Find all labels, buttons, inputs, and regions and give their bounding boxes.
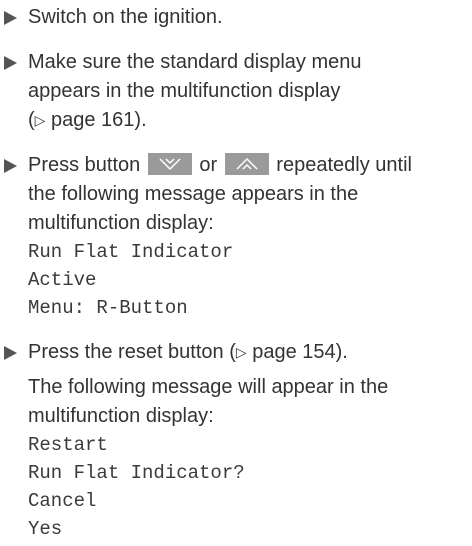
display-message-line: Active [28, 269, 97, 291]
step-bullet-icon [4, 159, 17, 173]
page-ref-arrow-icon: ▷ [235, 344, 247, 360]
step-press-buttons: Press button or repeatedly until the fol… [2, 151, 472, 322]
step-switch-on-ignition: Switch on the ignition. [2, 3, 472, 32]
instruction-list: Switch on the ignition. Make sure the st… [2, 0, 472, 543]
chevron-up-outline-icon [236, 158, 258, 170]
step-bullet-icon [4, 346, 17, 360]
page-ref-arrow-icon: ▷ [34, 112, 46, 128]
after-text: page 154). [246, 341, 348, 363]
key-down-button [147, 153, 192, 175]
or-text: or [193, 154, 223, 176]
step-standard-display: Make sure the standard display menu appe… [2, 48, 472, 135]
step-text-line: Make sure the standard display menu [28, 51, 362, 73]
step-text-line: multifunction display: [28, 212, 214, 234]
display-message-line: Menu: R-Button [28, 297, 188, 319]
ref-text: page 161). [45, 109, 147, 131]
chevron-down-outline-icon [159, 158, 181, 170]
step-text: Switch on the ignition. [28, 6, 223, 28]
page-reference: (▷ page 161). [28, 106, 472, 135]
ref-open: ( [28, 109, 35, 131]
step-text-line: appears in the multifunction display [28, 80, 341, 102]
step-bullet-icon [4, 56, 17, 70]
display-message-line: Run Flat Indicator? [28, 462, 245, 484]
step-text-line: Press button or repeatedly until [28, 151, 472, 180]
result-text-line: The following message will appear in the [28, 376, 389, 398]
display-message-line: Yes [28, 518, 63, 540]
after-text: repeatedly until [270, 154, 412, 176]
key-up-button [224, 153, 269, 175]
step-text-line: the following message appears in the [28, 183, 359, 205]
display-message-line: Cancel [28, 490, 97, 512]
step-press-reset: Press the reset button (▷ page 154). The… [2, 338, 472, 543]
display-message-line: Run Flat Indicator [28, 241, 234, 263]
before-text: Press the reset button ( [28, 341, 236, 363]
step-text-line: Press the reset button (▷ page 154). [28, 338, 472, 367]
result-text-line: multifunction display: [28, 405, 214, 427]
press-text: Press button [28, 154, 146, 176]
step-bullet-icon [4, 11, 17, 25]
display-message-line: Restart [28, 434, 108, 456]
